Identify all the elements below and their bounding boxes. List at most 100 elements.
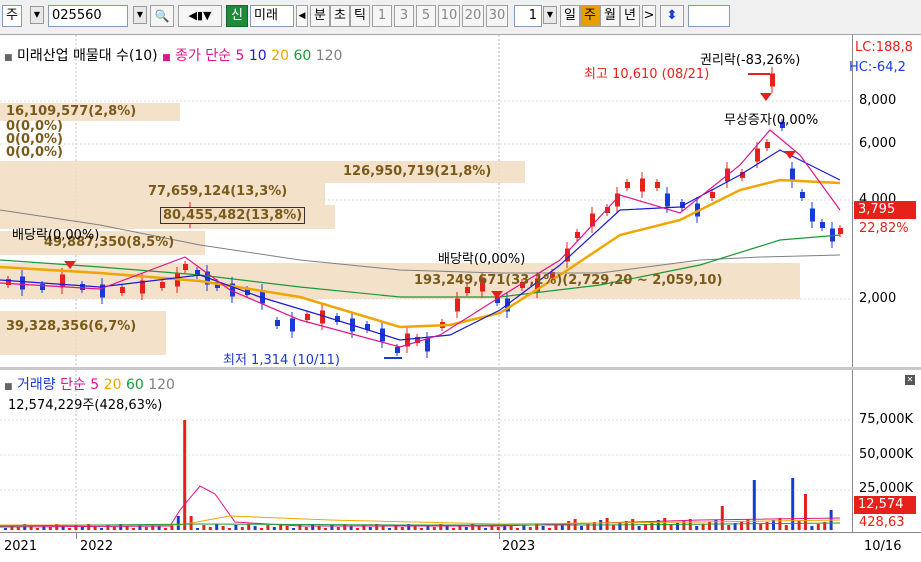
candle-body	[160, 282, 165, 288]
candle-body	[20, 276, 25, 290]
candle-body	[755, 148, 760, 162]
interval-button-3[interactable]: 3	[394, 5, 414, 27]
interval-label: 3	[399, 8, 409, 23]
logo-label: 신	[231, 8, 243, 23]
volume-bar	[202, 525, 206, 530]
current-volume-pct: 428,63	[859, 515, 905, 530]
price-chart-canvas[interactable]	[0, 35, 852, 367]
price-legend: ■ 미래산업 매물대 수(10) ■ 종가 단순 5 10 20 60 120	[4, 45, 342, 65]
next-arrow-icon[interactable]: >	[642, 5, 656, 27]
volume-bar	[16, 527, 20, 530]
stock-code-input[interactable]: 025560	[48, 5, 128, 27]
volume-bar	[164, 528, 167, 530]
stock-name-value: 미래	[254, 8, 278, 23]
volume-bar	[221, 526, 225, 530]
candle-body	[800, 192, 805, 198]
period-year-button[interactable]: 년	[620, 5, 640, 27]
volume-bar	[388, 528, 391, 530]
market-select[interactable]: 주	[2, 5, 22, 27]
volume-chart-panel[interactable]: ■ 거래량 단순 5 20 60 120 12,574,229주(428,63%…	[0, 370, 852, 532]
period-minute-label: 분	[314, 8, 326, 23]
volume-y-tick: 75,000K	[859, 412, 914, 427]
legend-bullet-icon: ■	[162, 53, 171, 63]
volume-bar	[516, 528, 519, 530]
extra-input[interactable]	[688, 5, 730, 27]
candle-body	[665, 193, 670, 207]
logo-badge: 신	[226, 5, 248, 27]
profile-label: 16,109,577(2,8%)	[6, 104, 137, 119]
volume-bar	[36, 528, 39, 530]
volume-ma5-line	[0, 485, 841, 528]
volume-bar	[772, 520, 775, 530]
price-legend-ma-label: 종가 단순	[175, 48, 232, 64]
volume-bar	[605, 518, 609, 530]
profile-label: 126,950,719(21,8%)	[343, 164, 492, 179]
interval-label: 5	[421, 8, 431, 23]
current-price-pct: 22,82%	[859, 221, 909, 236]
period-month-label: 월	[604, 8, 616, 23]
period-week-button[interactable]: 주	[580, 5, 600, 27]
interval-input[interactable]: 1	[514, 5, 542, 27]
candle-body	[395, 347, 400, 353]
stock-name-display[interactable]: 미래	[250, 5, 294, 27]
volume-bar	[541, 526, 545, 530]
period-month-button[interactable]: 월	[600, 5, 620, 27]
volume-bar	[580, 526, 583, 530]
period-day-button[interactable]: 일	[560, 5, 580, 27]
candle-body	[765, 142, 770, 148]
volume-bar	[669, 525, 673, 530]
search-icon[interactable]: 🔍	[150, 5, 174, 27]
sort-icon[interactable]: ⬍	[660, 5, 684, 27]
volume-bar	[445, 526, 449, 530]
interval-button-20[interactable]: 20	[462, 5, 484, 27]
volume-bar	[356, 528, 359, 530]
period-tick-button[interactable]: 틱	[350, 5, 370, 27]
toolbar: 주 ▼ 025560 ▼ 🔍 ◀▮▼ 신 미래 ◀ 분 초 틱 1 3 5 10…	[0, 0, 921, 35]
candle-body	[60, 274, 65, 288]
candle-body	[770, 73, 775, 87]
volume-bar	[260, 528, 263, 530]
current-price-badge: 3,795	[854, 201, 916, 219]
volume-legend-ma5: 5	[90, 377, 100, 393]
volume-bar	[554, 525, 558, 530]
volume-bar	[650, 522, 654, 530]
volume-bar	[292, 528, 295, 530]
volume-ma-lines	[0, 485, 841, 528]
candle-body	[820, 222, 825, 228]
current-volume-value: 12,574	[858, 497, 904, 512]
speaker-icon[interactable]: ◀▮▼	[178, 5, 222, 27]
volume-bar	[68, 528, 71, 530]
volume-bar	[637, 526, 641, 530]
volume-bar	[304, 527, 308, 530]
interval-button-10[interactable]: 10	[438, 5, 460, 27]
interval-button-5[interactable]: 5	[416, 5, 436, 27]
dividend-marker-icon	[760, 93, 772, 101]
period-second-button[interactable]: 초	[330, 5, 350, 27]
volume-bar	[317, 526, 321, 530]
volume-bar	[176, 516, 180, 530]
price-y-tick: 8,000	[859, 93, 897, 108]
interval-label: 10	[440, 8, 458, 23]
price-legend-title: 미래산업 매물대 수(10)	[16, 48, 158, 64]
code-dropdown-icon[interactable]: ▼	[133, 6, 147, 24]
volume-bar	[496, 527, 500, 530]
volume-bar	[420, 528, 423, 530]
interval-dropdown-icon[interactable]: ▼	[543, 6, 557, 24]
price-chart-panel[interactable]: ■ 미래산업 매물대 수(10) ■ 종가 단순 5 10 20 60 120 …	[0, 35, 852, 368]
volume-y-tick: 50,000K	[859, 447, 914, 462]
prev-arrow-icon[interactable]: ◀	[296, 5, 308, 27]
volume-legend: ■ 거래량 단순 5 20 60 120	[4, 374, 175, 394]
volume-y-tick: 25,000K	[859, 481, 914, 496]
volume-bar	[727, 525, 731, 530]
volume-bar	[720, 506, 724, 530]
period-minute-button[interactable]: 분	[310, 5, 330, 27]
x-axis: 2021 2022 2023 10/16	[0, 532, 921, 562]
current-price-value: 3,795	[858, 202, 896, 217]
interval-button-30[interactable]: 30	[486, 5, 508, 27]
panel-close-icon[interactable]: ✕	[905, 375, 915, 385]
volume-bar	[144, 527, 148, 530]
x-axis-label: 2023	[502, 539, 536, 554]
market-dropdown-icon[interactable]: ▼	[30, 6, 44, 24]
interval-button-1[interactable]: 1	[372, 5, 392, 27]
x-axis-date-label: 10/16	[864, 539, 902, 554]
